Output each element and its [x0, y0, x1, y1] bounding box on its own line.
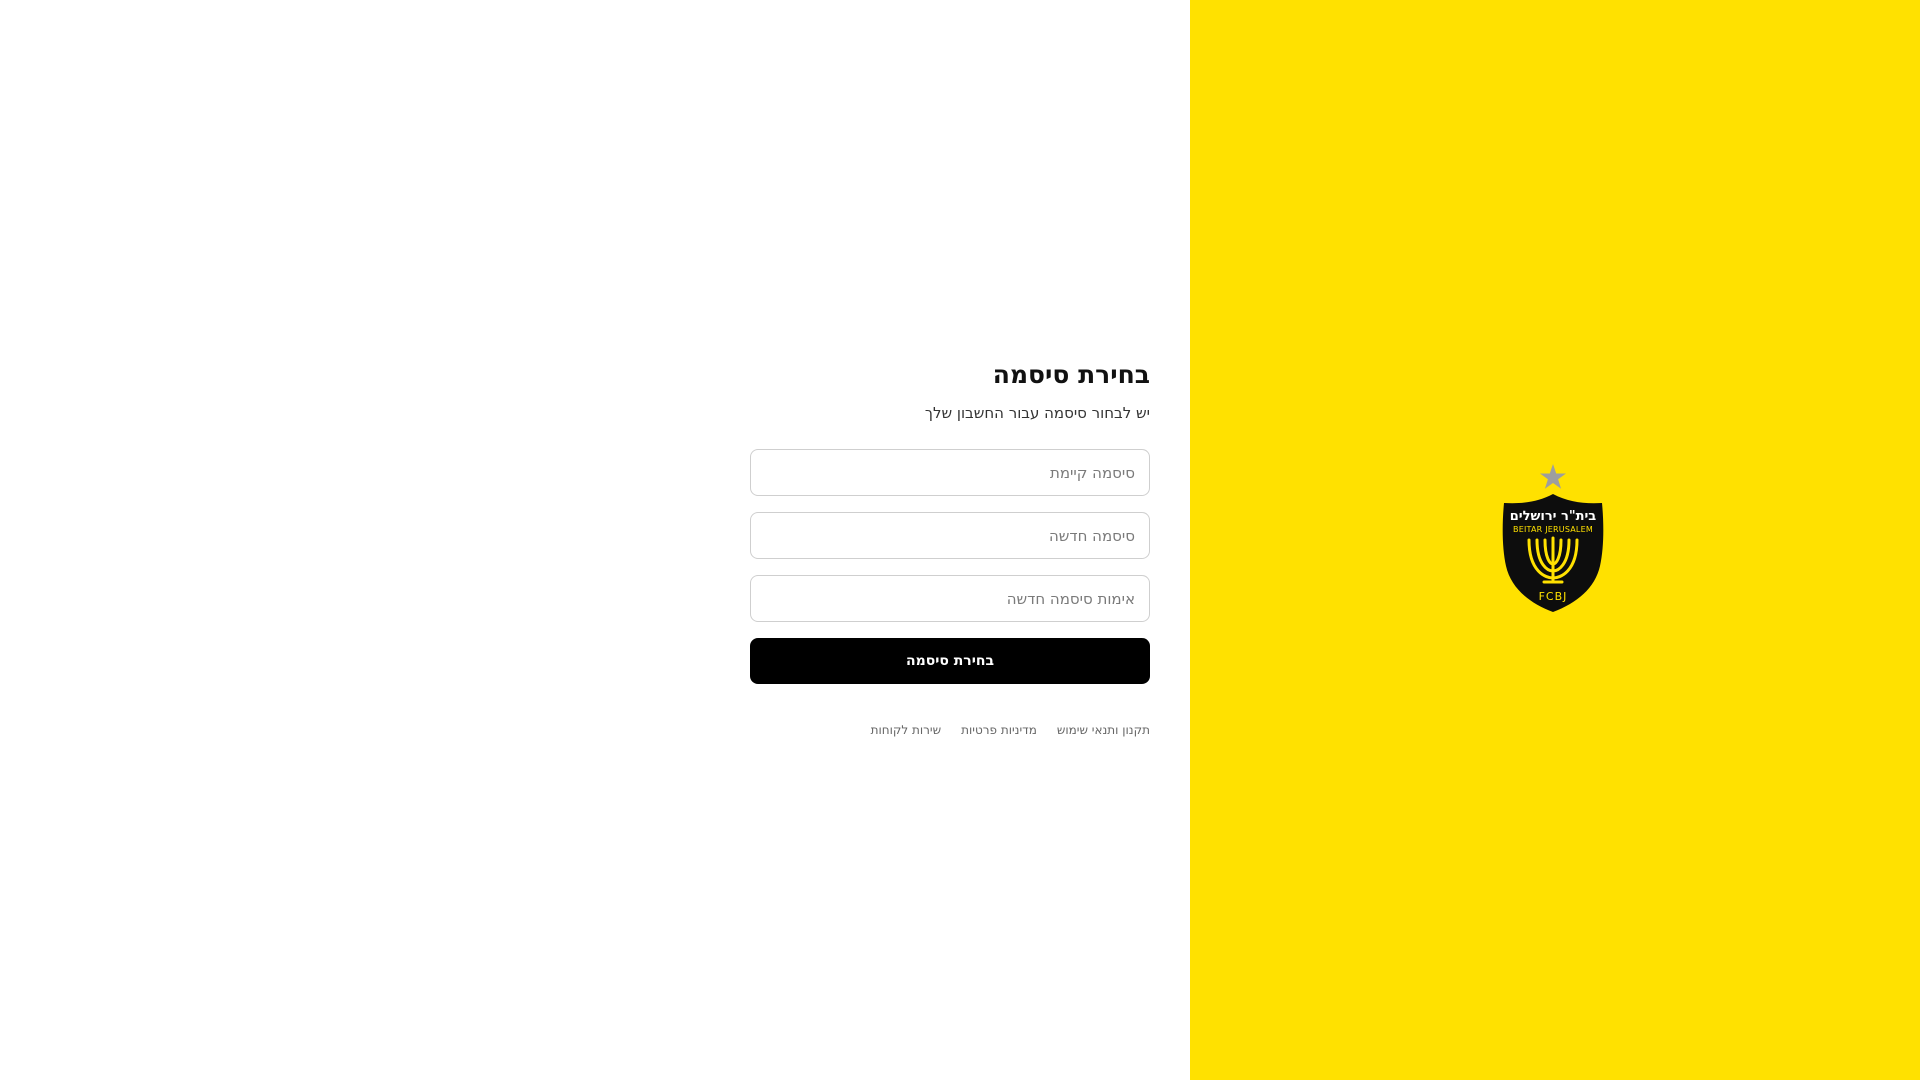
terms-link[interactable]: תקנון ותנאי שימוש: [1057, 722, 1150, 738]
page-subtitle: יש לבחור סיסמה עבור החשבון שלך: [924, 404, 1150, 422]
crest-english-text: BEITAR JERUSALEM: [1513, 525, 1593, 534]
login-pane: בחירת סיסמה יש לבחור סיסמה עבור החשבון ש…: [0, 0, 1190, 1080]
crest-monogram: FCBJ: [1539, 590, 1568, 603]
current-password-input[interactable]: [750, 449, 1150, 496]
page: בחירת סיסמה יש לבחור סיסמה עבור החשבון ש…: [0, 0, 1920, 1080]
menorah-crest-icon: בית"ר ירושלים BEITAR JERUSALEM FCBJ: [1502, 464, 1604, 612]
customer-service-link[interactable]: שירות לקוחות: [871, 722, 942, 738]
crest-hebrew-text: בית"ר ירושלים: [1510, 509, 1597, 524]
choose-password-button[interactable]: בחירת סיסמה: [750, 638, 1150, 684]
footer-links: תקנון ותנאי שימוש מדיניות פרטיות שירות ל…: [750, 722, 1150, 738]
privacy-link[interactable]: מדיניות פרטיות: [961, 722, 1037, 738]
choose-password-form: בחירת סיסמה יש לבחור סיסמה עבור החשבון ש…: [750, 355, 1150, 738]
new-password-input[interactable]: [750, 512, 1150, 559]
star-icon: [1540, 464, 1566, 489]
page-title: בחירת סיסמה: [992, 360, 1150, 389]
confirm-password-input[interactable]: [750, 575, 1150, 622]
